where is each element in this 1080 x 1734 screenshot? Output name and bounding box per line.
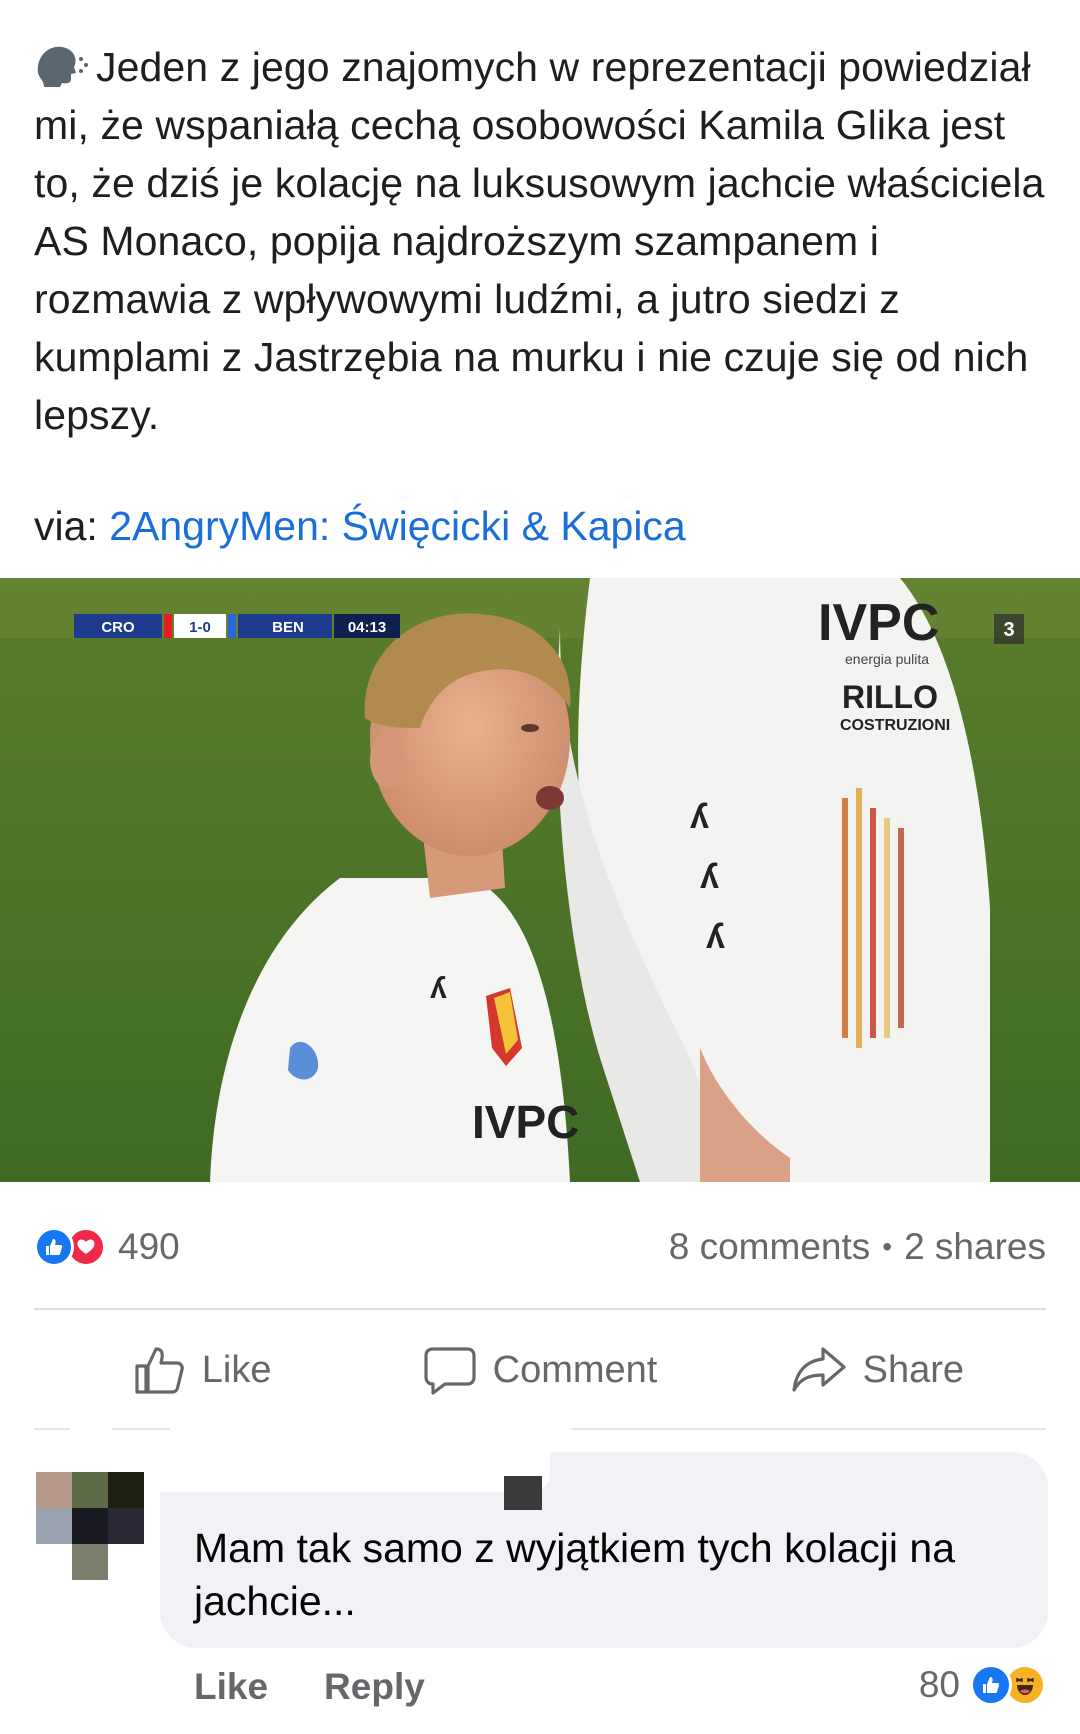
sponsor-text-right: IVPC [818, 594, 939, 652]
avatar[interactable] [36, 1472, 144, 1580]
redaction-pixel [504, 1476, 542, 1510]
action-bar: Like Comment Share [34, 1330, 1046, 1410]
sleeve-text: RILLO [842, 679, 938, 715]
comment-button[interactable]: Comment [371, 1330, 708, 1410]
share-label: Share [862, 1348, 965, 1391]
comment-label: Comment [492, 1348, 658, 1391]
comment-bubble[interactable]: Mam tak samo z wyjątkiem tych kolacji na… [160, 1452, 1048, 1648]
like-icon [34, 1227, 74, 1267]
comment-bubble-icon [424, 1347, 476, 1395]
comment-reactions[interactable]: 80 [919, 1664, 1046, 1706]
score-home: CRO [101, 619, 135, 636]
svg-text:ʎ: ʎ [706, 918, 725, 956]
post-image[interactable]: ʎ ʎ ʎ IVPC energia pulita RILLO COSTRUZI… [0, 578, 1080, 1182]
section-divider [0, 1428, 1080, 1430]
share-arrow-icon [792, 1347, 846, 1392]
sleeve-sub: COSTRUZIONI [840, 717, 950, 734]
comment-reply-button[interactable]: Reply [324, 1666, 425, 1708]
comment-actions: Like Reply [194, 1666, 481, 1708]
score-away: BEN [272, 619, 304, 636]
via-prefix: via: [34, 503, 110, 549]
thumbs-up-icon [135, 1347, 184, 1394]
stats-separator: • [882, 1231, 893, 1262]
score-time: 04:13 [348, 619, 386, 636]
post-body: Jeden z jego znajomych w reprezentacji p… [34, 44, 1045, 438]
score-value: 1-0 [189, 619, 211, 636]
via-source-link[interactable]: 2AngryMen: Święcicki & Kapica [109, 503, 686, 549]
svg-text:ʎ: ʎ [700, 858, 719, 896]
comment-like-button[interactable]: Like [194, 1666, 268, 1708]
svg-text:ʎ: ʎ [690, 798, 709, 836]
sponsor-sub-right: energia pulita [845, 651, 929, 667]
post-reactions[interactable]: 490 [34, 1222, 180, 1272]
speaking-head-icon [34, 43, 92, 87]
channel-tag: 3 [994, 614, 1024, 644]
like-button[interactable]: Like [34, 1330, 371, 1410]
svg-text:3: 3 [1003, 619, 1014, 641]
like-label: Like [201, 1348, 272, 1391]
reaction-count: 490 [118, 1226, 180, 1267]
comments-count[interactable]: 8 comments [669, 1226, 871, 1268]
like-icon [970, 1664, 1012, 1706]
divider [34, 1308, 1046, 1310]
svg-text:ʎ: ʎ [430, 972, 447, 1005]
comment-reaction-count: 80 [918, 1664, 960, 1705]
share-button[interactable]: Share [709, 1330, 1046, 1410]
commenter-name-redacted [160, 1452, 550, 1492]
post-stats: 8 comments • 2 shares [669, 1222, 1046, 1272]
sponsor-text-left: IVPC [472, 1096, 579, 1148]
shares-count[interactable]: 2 shares [904, 1226, 1046, 1268]
via-line: via: 2AngryMen: Święcicki & Kapica [34, 497, 686, 555]
post-text: Jeden z jego znajomych w reprezentacji p… [34, 38, 1054, 444]
comment-text: Mam tak samo z wyjątkiem tych kolacji na… [194, 1525, 956, 1624]
